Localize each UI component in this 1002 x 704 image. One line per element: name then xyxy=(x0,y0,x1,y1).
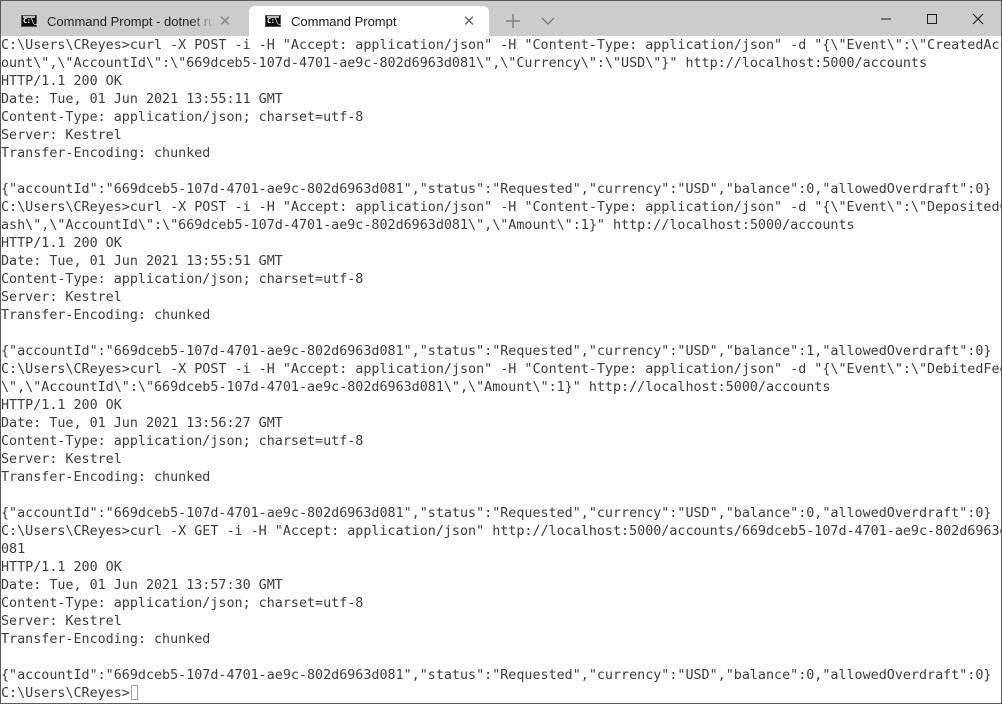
terminal-line: {"accountId":"669dceb5-107d-4701-ae9c-80… xyxy=(1,182,992,197)
terminal-line: C:\Users\CReyes>curl -X GET -i -H "Accep… xyxy=(1,524,1002,539)
terminal-line: C:\Users\CReyes>curl -X POST -i -H "Acce… xyxy=(1,362,1002,377)
cmd-icon: C:\_ xyxy=(21,15,38,27)
terminal-line: Transfer-Encoding: chunked xyxy=(1,632,211,647)
terminal-line: Date: Tue, 01 Jun 2021 13:57:30 GMT xyxy=(1,578,283,593)
new-tab-button[interactable] xyxy=(501,10,525,32)
terminal-line: C:\Users\CReyes>curl -X POST -i -H "Acce… xyxy=(1,200,1002,215)
terminal-line: HTTP/1.1 200 OK xyxy=(1,74,122,89)
terminal-line: Server: Kestrel xyxy=(1,128,122,143)
terminal-line: Date: Tue, 01 Jun 2021 13:55:51 GMT xyxy=(1,254,283,269)
close-tab-icon[interactable]: ✕ xyxy=(215,11,235,31)
prompt-text: C:\Users\CReyes> xyxy=(1,686,130,701)
terminal-line: ount\",\"AccountId\":\"669dceb5-107d-470… xyxy=(1,56,928,71)
tab-title: Command Prompt xyxy=(291,13,397,29)
close-icon xyxy=(972,13,984,24)
tab-command-prompt-dotnet[interactable]: C:\_ Command Prompt - dotnet run ✕ xyxy=(5,6,245,36)
minimize-button[interactable] xyxy=(863,1,909,36)
terminal-line: ash\",\"AccountId\":\"669dceb5-107d-4701… xyxy=(1,218,855,233)
terminal-line: {"accountId":"669dceb5-107d-4701-ae9c-80… xyxy=(1,506,992,521)
terminal-line: Transfer-Encoding: chunked xyxy=(1,470,211,485)
tab-dropdown-button[interactable] xyxy=(537,10,559,32)
terminal-output[interactable]: C:\Users\CReyes>curl -X POST -i -H "Acce… xyxy=(1,36,1001,703)
terminal-line: Server: Kestrel xyxy=(1,614,122,629)
terminal-line: C:\Users\CReyes>curl -X POST -i -H "Acce… xyxy=(1,38,1002,53)
terminal-line: Content-Type: application/json; charset=… xyxy=(1,596,364,611)
terminal-line: Date: Tue, 01 Jun 2021 13:55:11 GMT xyxy=(1,92,283,107)
tab-title: Command Prompt - dotnet run xyxy=(47,13,215,29)
plus-icon xyxy=(506,14,520,28)
terminal-line: HTTP/1.1 200 OK xyxy=(1,398,122,413)
text-cursor xyxy=(130,685,138,700)
terminal-line: {"accountId":"669dceb5-107d-4701-ae9c-80… xyxy=(1,344,992,359)
terminal-prompt-line[interactable]: C:\Users\CReyes> xyxy=(1,685,138,703)
terminal-line: Content-Type: application/json; charset=… xyxy=(1,434,364,449)
terminal-line: Transfer-Encoding: chunked xyxy=(1,308,211,323)
maximize-button[interactable] xyxy=(909,1,955,36)
terminal-line: Content-Type: application/json; charset=… xyxy=(1,110,364,125)
terminal-line: Transfer-Encoding: chunked xyxy=(1,146,211,161)
cmd-icon: C:\_ xyxy=(265,15,282,27)
close-tab-icon[interactable]: ✕ xyxy=(459,11,479,31)
terminal-line: \",\"AccountId\":\"669dceb5-107d-4701-ae… xyxy=(1,380,831,395)
terminal-line: {"accountId":"669dceb5-107d-4701-ae9c-80… xyxy=(1,668,992,683)
terminal-line: HTTP/1.1 200 OK xyxy=(1,236,122,251)
maximize-icon xyxy=(927,13,937,24)
chevron-down-icon xyxy=(541,17,555,25)
terminal-line: Content-Type: application/json; charset=… xyxy=(1,272,364,287)
terminal-line: HTTP/1.1 200 OK xyxy=(1,560,122,575)
terminal-line: 081 xyxy=(1,542,26,557)
terminal-line: Date: Tue, 01 Jun 2021 13:56:27 GMT xyxy=(1,416,283,431)
close-window-button[interactable] xyxy=(955,1,1001,36)
minimize-icon xyxy=(881,18,891,19)
terminal-line: Server: Kestrel xyxy=(1,290,122,305)
terminal-line: Server: Kestrel xyxy=(1,452,122,467)
terminal-window: C:\_ Command Prompt - dotnet run ✕ C:\_ … xyxy=(0,0,1002,704)
title-bar[interactable]: C:\_ Command Prompt - dotnet run ✕ C:\_ … xyxy=(1,1,1001,36)
tab-command-prompt[interactable]: C:\_ Command Prompt ✕ xyxy=(249,6,489,36)
